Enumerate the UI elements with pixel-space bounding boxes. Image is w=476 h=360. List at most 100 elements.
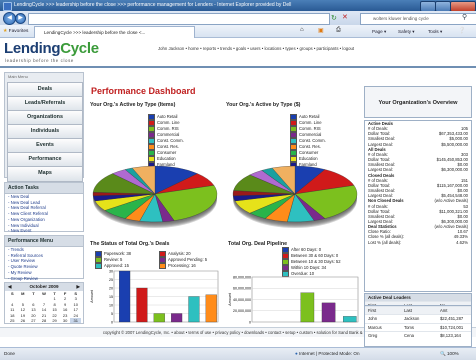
top-navigation[interactable]: John Jackson • home • reports • trends •… xyxy=(158,46,354,51)
axis-tick-label: 20,000,000 xyxy=(233,309,251,313)
calendar-day[interactable]: 25 xyxy=(7,318,18,323)
search-icon[interactable]: ⚲ xyxy=(462,13,467,21)
window-title: LendingCycle >>> leadership before the c… xyxy=(14,2,292,8)
overview-row: Lost % (all deals): 4.62% xyxy=(365,240,471,245)
stop-icon[interactable]: ✕ xyxy=(342,13,348,21)
active-deal-leaders-title: Active Deal Leaders xyxy=(365,294,471,301)
page-title: Performance Dashboard xyxy=(91,86,196,96)
table-row[interactable]: Greg Cena $8,123,164 xyxy=(365,330,471,339)
legend-label: Const. Res. xyxy=(157,144,179,150)
legend-label: Comm. RIS xyxy=(157,126,179,132)
safety-menu[interactable]: Safety ▾ xyxy=(398,27,415,36)
bar xyxy=(171,313,183,323)
legend-label: Within 10 Days: 34 xyxy=(291,265,327,271)
calendar-next-icon[interactable]: ▶ xyxy=(76,284,80,290)
bar xyxy=(119,270,131,323)
legend-label: Comm. Line xyxy=(157,120,180,126)
favorites-button[interactable]: ★ Favorites xyxy=(3,27,28,36)
task-new-event[interactable]: - New Event xyxy=(5,228,83,234)
legend-label: Comm. Line xyxy=(299,120,322,126)
perf-group-review[interactable]: - Group Review xyxy=(5,276,83,282)
legend-label: Commercial xyxy=(299,132,322,138)
table-cell: $8,123,164 xyxy=(439,332,461,338)
tools-menu[interactable]: Tools ▾ xyxy=(428,27,442,36)
print-icon[interactable]: ⎙ xyxy=(336,27,341,34)
page-content: LendingCycle leadership before the close… xyxy=(0,38,476,347)
table-cell: Greg xyxy=(368,332,378,338)
page-menu[interactable]: Page ▾ xyxy=(372,27,386,36)
axis-tick-label: 40,000,000 xyxy=(233,298,251,302)
calendar: ◀ October 2009 ▶ S M T W T F S 1 2 3 4 5 6 7 8 9 10 11 12 1… xyxy=(4,282,84,324)
axis-tick-label: 0 xyxy=(111,320,113,324)
lendingcycle-logo[interactable]: LendingCycle xyxy=(4,40,99,57)
calendar-day[interactable]: 29 xyxy=(49,318,60,323)
chart-title-dollars: Your Org.'s Active by Type ($) xyxy=(226,102,301,108)
legend-label: Const. Comm. xyxy=(299,138,326,144)
status-text: Done xyxy=(4,351,15,356)
performance-menu-panel: Performance Menu - Trends - Referral Sou… xyxy=(4,235,84,282)
refresh-icon[interactable]: ↻ xyxy=(331,14,337,22)
legend-label: Review: 5 xyxy=(104,257,123,263)
maximize-button[interactable] xyxy=(435,1,451,11)
calendar-day[interactable]: 28 xyxy=(39,318,50,323)
calendar-day[interactable]: 31 xyxy=(70,318,81,324)
table-row[interactable]: Marcus Toms $10,724,001 xyxy=(365,322,471,331)
table-row[interactable]: John Jackson $22,451,287 xyxy=(365,314,471,322)
table-cell: Last xyxy=(403,308,412,313)
chart-legend-status: Paperwork: 38 Analysis: 20 Review: 5 Approv… xyxy=(95,251,223,269)
legend-label: Between 30 & 60 Days: 0 xyxy=(291,253,339,259)
axis-tick-label: 15 xyxy=(109,295,113,299)
minimize-button[interactable] xyxy=(420,1,436,11)
axis-tick-label: 60,000,000 xyxy=(233,287,251,291)
zoom-level[interactable]: 🔍 100% xyxy=(440,348,459,360)
close-button[interactable] xyxy=(450,1,476,11)
tagline: leadership before the close xyxy=(5,58,74,63)
table-cell: Amt xyxy=(439,308,448,313)
axis-tick-label: 10 xyxy=(109,303,113,307)
axis-tick-label: 5 xyxy=(111,312,113,316)
table-cell: John xyxy=(368,316,378,322)
axis-tick-label: 25 xyxy=(109,278,113,282)
star-icon: ★ xyxy=(3,29,8,34)
forward-icon[interactable]: ▶ xyxy=(15,13,26,24)
url-input[interactable] xyxy=(28,13,330,25)
sidebar-item-maps[interactable]: Maps xyxy=(7,166,83,182)
table-cell: Toms xyxy=(403,324,414,330)
ie-icon xyxy=(3,2,12,11)
legend-label: After 60 Days: 0 xyxy=(291,247,322,253)
bar xyxy=(321,302,336,323)
legend-label: Paperwork: 38 xyxy=(104,251,131,257)
chart-title-items: Your Org.'s Active by Type (Items) xyxy=(90,102,176,108)
axis-tick-label: 30 xyxy=(109,269,113,273)
legend-label: Auto Retail xyxy=(299,114,320,120)
legend-label: Approved: 15 xyxy=(104,263,129,269)
overview-value: 4.62% xyxy=(456,239,468,245)
favorites-bar: ★ Favorites LendingCycle >>> leadership … xyxy=(0,25,476,38)
bar xyxy=(153,313,165,323)
legend-label: Comm. RIS xyxy=(299,126,321,132)
calendar-day[interactable]: 30 xyxy=(60,318,71,323)
calendar-prev-icon[interactable]: ◀ xyxy=(8,284,12,290)
calendar-month: October 2009 xyxy=(29,284,59,289)
bar xyxy=(343,316,357,323)
home-icon[interactable]: ⌂ xyxy=(300,27,304,33)
search-input[interactable]: wolters kluwer lending cycle xyxy=(360,13,476,25)
pie-chart-dollars xyxy=(232,165,358,228)
legend-label: Processing: 16 xyxy=(168,263,196,269)
legend-label: Consumer xyxy=(299,150,319,156)
browser-tab[interactable]: LendingCycle >>> leadership before the c… xyxy=(34,26,195,38)
help-icon[interactable]: ❔ xyxy=(458,27,465,34)
action-tasks-title: Action Tasks xyxy=(5,183,83,194)
legend-label: Analysis: 20 xyxy=(168,251,191,257)
bar-chart-pipeline: 80,000,000 60,000,000 40,000,000 20,000,000… xyxy=(228,275,359,324)
sidebar-main-menu: Main Menu Deals Leads/Referrals Organiza… xyxy=(4,72,84,182)
chart-title-pipeline: Total Org. Deal Pipeline xyxy=(228,241,288,247)
table-cell: $22,451,287 xyxy=(439,316,464,322)
active-deal-amounts-table: First Last Amt John Jackson $22,451,287 Marcus… xyxy=(364,305,472,347)
calendar-day[interactable]: 26 xyxy=(18,318,29,323)
bar xyxy=(205,294,217,323)
legend-label: Const. Res. xyxy=(299,144,321,150)
address-bar: ◀ ▶ ↻ ✕ wolters kluwer lending cycle ⚲ xyxy=(0,11,476,25)
calendar-day[interactable]: 27 xyxy=(28,318,39,323)
feeds-icon[interactable]: ▣ xyxy=(318,27,324,34)
